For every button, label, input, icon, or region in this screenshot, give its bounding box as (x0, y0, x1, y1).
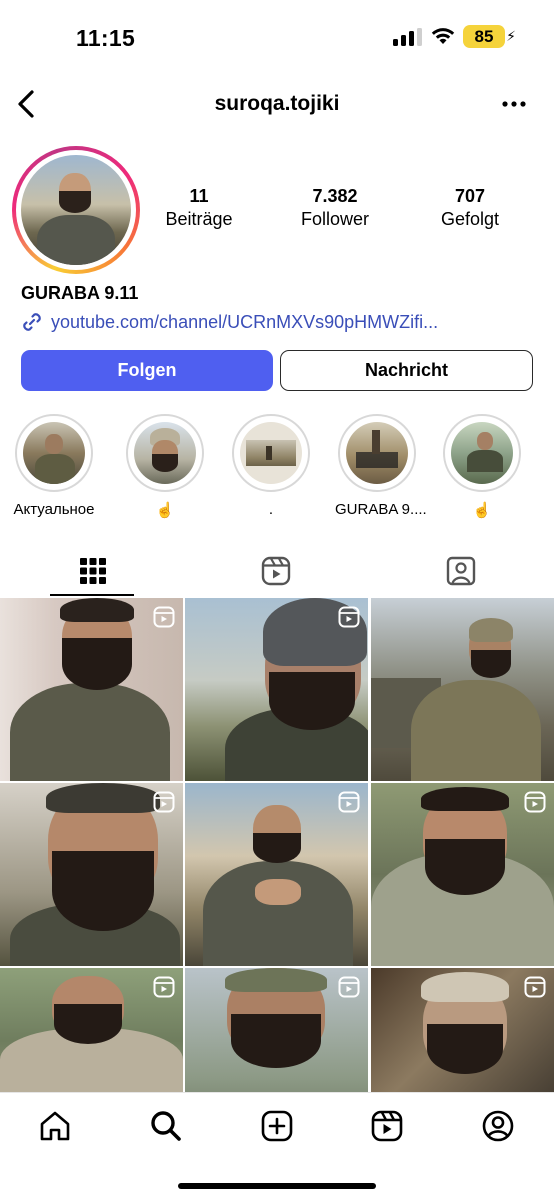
create-icon[interactable] (260, 1109, 294, 1143)
highlight-label: GURABA 9.... (335, 501, 427, 518)
tab-posts-grid[interactable] (0, 545, 184, 597)
reel-badge-icon (153, 791, 175, 813)
reel-badge-icon (338, 791, 360, 813)
post-thumbnail[interactable] (185, 783, 368, 966)
stat-followers[interactable]: 7.382 Follower (280, 186, 390, 230)
reel-badge-icon (338, 976, 360, 998)
highlight-cover (23, 422, 85, 484)
stat-following-label: Gefolgt (440, 209, 500, 229)
grid-icon (80, 558, 106, 584)
post-thumbnail[interactable] (0, 598, 183, 781)
highlight-cover (240, 422, 302, 484)
stat-posts-count: 11 (189, 186, 209, 206)
tab-tagged[interactable] (370, 545, 554, 597)
wifi-icon (431, 28, 455, 44)
story-highlight[interactable]: ☝️ (123, 414, 207, 519)
post-thumbnail[interactable] (0, 968, 183, 1092)
link-icon (23, 313, 41, 331)
tab-reels[interactable] (185, 545, 369, 597)
post-thumbnail[interactable] (185, 968, 368, 1092)
story-highlight[interactable]: Актуальное (12, 414, 96, 518)
profile-avatar[interactable] (12, 146, 140, 274)
highlight-label: Актуальное (13, 501, 95, 518)
battery-level: 85 (474, 27, 494, 46)
post-thumbnail[interactable] (371, 968, 554, 1092)
profile-display-name: GURABA 9.11 (21, 283, 139, 303)
story-highlight[interactable]: GURABA 9.... (335, 414, 427, 518)
reel-badge-icon (524, 976, 546, 998)
post-thumbnail[interactable] (371, 783, 554, 966)
posts-grid (0, 598, 554, 1092)
stat-following[interactable]: 707 Gefolgt (415, 186, 525, 230)
follow-button[interactable]: Folgen (21, 350, 273, 391)
avatar-photo (21, 155, 131, 265)
highlight-label: . (268, 501, 274, 518)
status-bar: 11:15 85 ⚡ (0, 0, 554, 74)
active-tab-indicator (50, 594, 134, 596)
reel-badge-icon (153, 606, 175, 628)
highlight-cover (451, 422, 513, 484)
stat-followers-count: 7.382 (312, 186, 358, 206)
reel-badge-icon (338, 606, 360, 628)
cellular-signal-icon (393, 28, 423, 46)
home-indicator (178, 1183, 376, 1189)
message-button[interactable]: Nachricht (280, 350, 533, 391)
story-highlight[interactable]: . (229, 414, 313, 518)
more-options-icon[interactable] (500, 90, 528, 118)
status-time: 11:15 (76, 25, 136, 51)
post-thumbnail[interactable] (0, 783, 183, 966)
profile-link[interactable]: youtube.com/channel/UCRnMXVs90pHMWZifi..… (21, 311, 438, 333)
highlight-label: ☝️ (155, 502, 175, 519)
reels-icon[interactable] (370, 1109, 404, 1143)
stat-followers-label: Follower (300, 209, 370, 229)
profile-link-text[interactable]: youtube.com/channel/UCRnMXVs90pHMWZifi..… (51, 312, 438, 333)
profile-username: suroqa.tojiki (214, 92, 340, 115)
story-highlight[interactable]: ☝️ (440, 414, 524, 519)
profile-content-tabs (0, 545, 554, 597)
charging-bolt-icon: ⚡ (506, 28, 516, 44)
stat-following-count: 707 (454, 186, 486, 206)
home-icon[interactable] (38, 1109, 72, 1143)
highlight-cover (134, 422, 196, 484)
profile-nav-bar: suroqa.tojiki (0, 80, 554, 130)
reels-icon (261, 556, 291, 586)
post-thumbnail[interactable] (371, 598, 554, 781)
highlight-label: ☝️ (472, 502, 492, 519)
highlight-cover (346, 422, 408, 484)
profile-icon[interactable] (481, 1109, 515, 1143)
tagged-user-icon (446, 556, 476, 586)
search-icon[interactable] (149, 1109, 183, 1143)
stat-posts-label: Beiträge (165, 209, 233, 229)
battery-indicator: 85 ⚡ (463, 25, 516, 48)
stat-posts[interactable]: 11 Beiträge (144, 186, 254, 230)
reel-badge-icon (153, 976, 175, 998)
reel-badge-icon (524, 791, 546, 813)
post-thumbnail[interactable] (185, 598, 368, 781)
